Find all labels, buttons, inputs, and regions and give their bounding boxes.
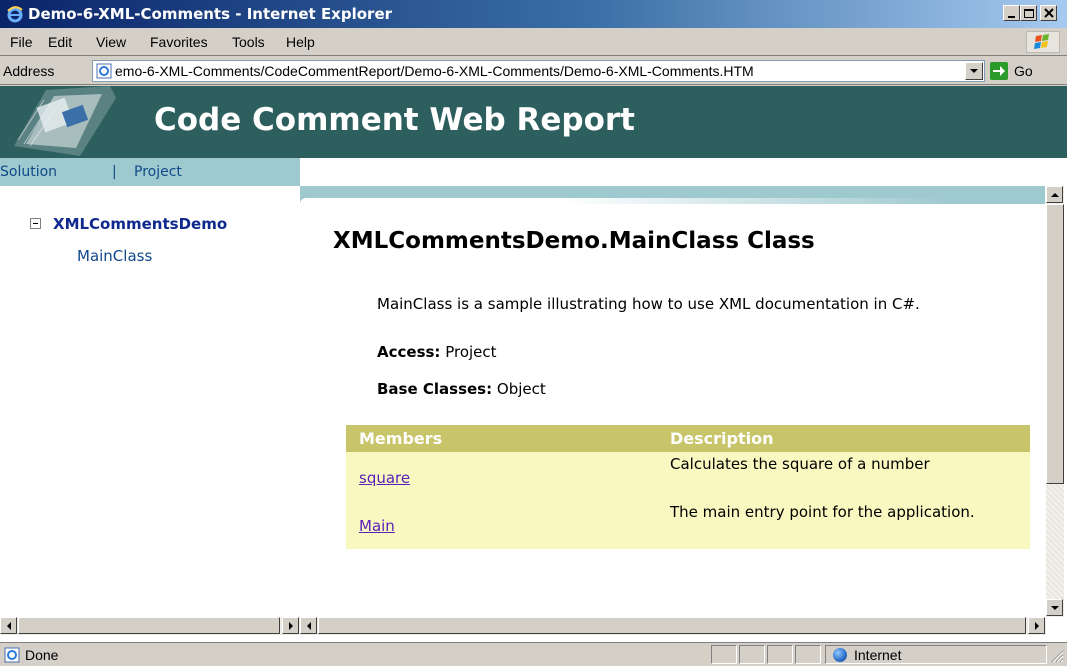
scroll-up-button[interactable] (1046, 186, 1063, 203)
tab-solution[interactable]: Solution (0, 164, 57, 180)
main-horizontal-scrollbar[interactable] (300, 617, 1046, 635)
browser-content: Code Comment Web Report Solution | Proje… (0, 86, 1067, 642)
member-link-square[interactable]: square (359, 468, 410, 488)
menu-edit[interactable]: Edit (48, 33, 72, 51)
page-done-icon (4, 647, 20, 663)
minimize-icon (1008, 16, 1015, 18)
report-logo-icon (14, 86, 116, 156)
chevron-down-icon (970, 69, 978, 73)
maximize-icon (1024, 9, 1034, 18)
status-pane (795, 645, 821, 664)
window-title: Demo-6-XML-Comments - Internet Explorer (28, 5, 393, 23)
menu-file[interactable]: File (10, 33, 33, 51)
vertical-scroll-thumb[interactable] (1046, 204, 1064, 484)
address-url[interactable]: emo-6-XML-Comments/CodeCommentReport/Dem… (115, 62, 965, 80)
member-description: Calculates the square of a number (670, 455, 930, 473)
maximize-button[interactable] (1020, 5, 1037, 21)
scroll-left-button[interactable] (300, 617, 317, 634)
member-description: The main entry point for the application… (670, 503, 975, 521)
title-bar: Demo-6-XML-Comments - Internet Explorer (0, 0, 1067, 28)
arrow-left-icon (7, 622, 11, 630)
base-classes-info: Base Classes: Object (377, 379, 546, 399)
tree-collapse-toggle[interactable] (30, 218, 41, 229)
base-classes-label: Base Classes: (377, 380, 493, 398)
resize-grip-icon[interactable] (1050, 649, 1064, 663)
ie-logo-icon (7, 6, 23, 23)
close-icon (1044, 8, 1054, 18)
report-header: Code Comment Web Report (0, 86, 1067, 158)
base-classes-value: Object (496, 380, 546, 398)
address-input[interactable]: emo-6-XML-Comments/CodeCommentReport/Dem… (92, 60, 985, 82)
table-header: Members Description (346, 425, 1030, 452)
nav-tabs: Solution | Project (0, 158, 300, 186)
main-hscroll-thumb[interactable] (318, 617, 1026, 634)
status-pane (767, 645, 793, 664)
page-icon (96, 63, 112, 79)
scroll-right-button[interactable] (282, 617, 299, 634)
main-vertical-scrollbar[interactable] (1046, 186, 1064, 617)
arrow-down-icon (1051, 606, 1059, 610)
page-title: XMLCommentsDemo.MainClass Class (333, 228, 815, 254)
address-dropdown-button[interactable] (965, 62, 983, 80)
arrow-up-icon (1051, 193, 1059, 197)
minimize-button[interactable] (1003, 5, 1020, 21)
tree-item-mainclass[interactable]: MainClass (77, 246, 152, 266)
menu-help[interactable]: Help (286, 33, 315, 51)
go-label: Go (1014, 63, 1033, 79)
access-value: Project (445, 343, 497, 361)
column-header-description: Description (670, 429, 774, 448)
menu-tools[interactable]: Tools (232, 33, 265, 51)
scroll-left-button[interactable] (0, 617, 17, 634)
close-button[interactable] (1040, 5, 1057, 21)
go-button[interactable]: Go (990, 60, 1064, 82)
nav-scroll-thumb[interactable] (18, 617, 280, 634)
tab-project[interactable]: Project (134, 164, 182, 180)
address-label: Address (3, 63, 55, 79)
status-pane (711, 645, 737, 664)
report-title: Code Comment Web Report (154, 102, 635, 138)
internet-zone-icon (833, 648, 847, 662)
windows-logo-icon (1026, 31, 1060, 53)
go-arrow-icon (990, 62, 1008, 80)
members-table: Members Description square Calculates th… (346, 425, 1030, 549)
member-link-main[interactable]: Main (359, 516, 395, 536)
access-info: Access: Project (377, 342, 497, 362)
scroll-right-button[interactable] (1028, 617, 1045, 634)
address-bar: Address emo-6-XML-Comments/CodeCommentRe… (0, 57, 1067, 85)
menu-favorites[interactable]: Favorites (150, 33, 208, 51)
tree-item-xmlcommentsdemo[interactable]: XMLCommentsDemo (53, 214, 227, 234)
arrow-right-icon (289, 622, 293, 630)
status-bar: Done Internet (0, 642, 1067, 666)
main-frame: XMLCommentsDemo.MainClass Class MainClas… (300, 186, 1045, 617)
main-tabstrip (300, 186, 1045, 204)
zone-label: Internet (854, 647, 902, 663)
tab-separator: | (112, 164, 117, 180)
access-label: Access: (377, 343, 441, 361)
menu-view[interactable]: View (96, 33, 126, 51)
class-summary: MainClass is a sample illustrating how t… (377, 295, 920, 313)
menu-bar: File Edit View Favorites Tools Help (0, 28, 1067, 56)
nav-horizontal-scrollbar[interactable] (0, 617, 300, 635)
status-text: Done (25, 647, 59, 663)
column-header-members: Members (359, 429, 443, 448)
nav-frame: Solution | Project XMLCommentsDemo MainC… (0, 158, 300, 617)
arrow-left-icon (307, 622, 311, 630)
scroll-down-button[interactable] (1046, 599, 1063, 616)
arrow-right-icon (1035, 622, 1039, 630)
status-pane (739, 645, 765, 664)
